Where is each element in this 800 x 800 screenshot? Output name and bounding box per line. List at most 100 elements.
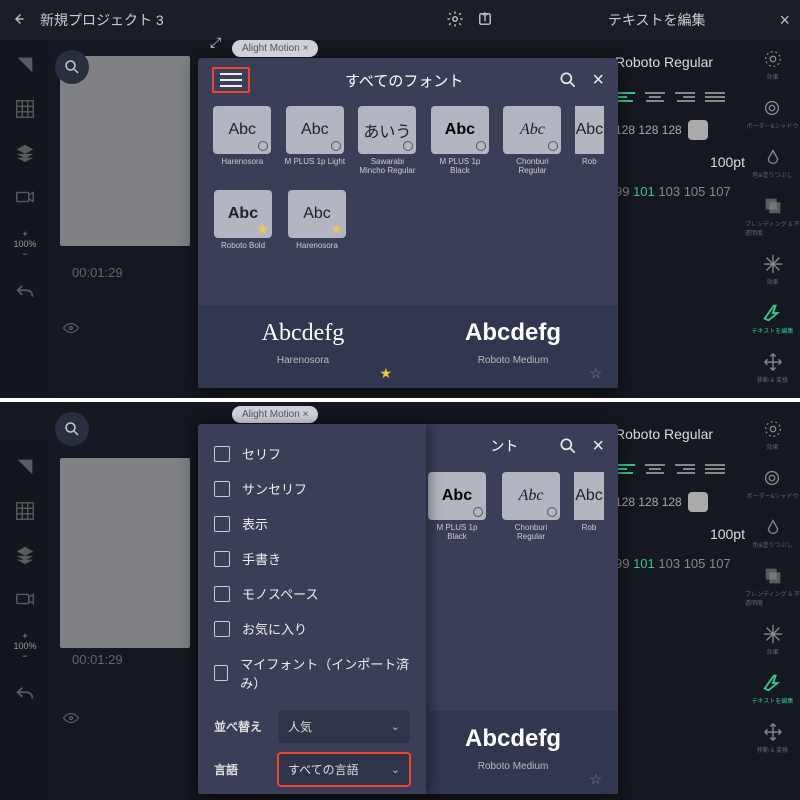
layers-tool-icon[interactable] — [14, 544, 36, 566]
gear-icon[interactable] — [446, 10, 464, 31]
fill-tool[interactable]: 色&塗りつぶし — [752, 146, 792, 179]
glyph-numbers[interactable]: 99 101 103 105 107 — [615, 556, 745, 571]
font-cell[interactable]: AbcRob — [574, 472, 604, 542]
left-toolbar: + 100% − — [0, 40, 50, 398]
share-icon[interactable] — [476, 10, 494, 31]
font-cell[interactable]: AbcHarenosora — [212, 106, 273, 176]
color-row[interactable]: 128 128 128 — [615, 120, 745, 140]
font-size[interactable]: 100pt — [615, 526, 745, 542]
font-cell[interactable]: Abc★Harenosora — [286, 190, 348, 260]
shape-tool-icon[interactable] — [14, 54, 36, 76]
zoom-indicator[interactable]: + 100% − — [13, 230, 36, 260]
visibility-strip[interactable] — [62, 322, 80, 334]
align-justify-icon[interactable] — [705, 88, 725, 106]
shape-tool-icon[interactable] — [14, 456, 36, 478]
chevron-down-icon: ⌄ — [391, 720, 400, 733]
fill-tool[interactable]: 色&塗りつぶし — [752, 516, 792, 549]
color-swatch-icon[interactable] — [688, 120, 708, 140]
align-right-icon[interactable] — [675, 88, 695, 106]
layers-tool-icon[interactable] — [14, 142, 36, 164]
align-row — [615, 88, 745, 106]
preview-item[interactable]: Abcdefg Roboto Medium ☆ — [408, 711, 618, 794]
font-cell[interactable]: AbcM PLUS 1p Black — [430, 106, 491, 176]
border-shadow-tool[interactable]: ボーダー&シャドウ — [746, 467, 798, 500]
drawer-toggle-button[interactable] — [212, 67, 250, 93]
font-cell[interactable]: AbcChonburi Regular — [500, 472, 562, 542]
sparkle-tool[interactable]: 効果 — [762, 623, 784, 656]
magnifier-icon[interactable] — [55, 50, 89, 84]
close-icon[interactable]: × — [779, 10, 790, 31]
app-topbar: 新規プロジェクト 3 テキストを編集 × — [0, 0, 800, 40]
language-row: 言語 すべての言語⌄ — [214, 753, 410, 786]
filter-display[interactable]: 表示 — [214, 506, 410, 541]
project-title: 新規プロジェクト 3 — [40, 10, 164, 30]
grid-tool-icon[interactable] — [14, 98, 36, 120]
text-props-panel: Roboto Regular 128 128 128 100pt 99 101 … — [615, 40, 745, 199]
font-cell[interactable]: AbcM PLUS 1p Black — [426, 472, 488, 542]
layer-tag[interactable]: Alight Motion × — [232, 406, 318, 423]
hamburger-icon — [220, 73, 242, 87]
blend-tool[interactable]: ブレンディング & 不透明度 — [745, 195, 800, 237]
align-justify-icon[interactable] — [705, 460, 725, 478]
font-size[interactable]: 100pt — [615, 154, 745, 170]
camera-tool-icon[interactable] — [14, 186, 36, 208]
star-outline-icon[interactable]: ☆ — [589, 771, 602, 788]
align-left-icon[interactable] — [615, 88, 635, 106]
font-dialog: すべてのフォント × AbcHarenosora AbcM PLUS 1p Li… — [198, 58, 618, 388]
close-dialog-icon[interactable]: × — [592, 435, 604, 458]
star-outline-icon[interactable]: ☆ — [589, 365, 602, 382]
undo-icon[interactable] — [14, 684, 36, 706]
grid-tool-icon[interactable] — [14, 500, 36, 522]
transform-tool[interactable]: 移動 & 変換 — [757, 721, 788, 754]
magnifier-icon[interactable] — [55, 412, 89, 446]
font-cell[interactable]: AbcM PLUS 1p Light — [285, 106, 346, 176]
timecode: 00:01:29 — [72, 265, 123, 280]
sort-row: 並べ替え 人気⌄ — [214, 710, 410, 743]
preview-item[interactable]: Abcdefg Roboto Medium ☆ — [408, 305, 618, 388]
font-cell[interactable]: あいうSawarabi Mincho Regular — [357, 106, 418, 176]
search-icon[interactable] — [558, 436, 578, 456]
sort-select[interactable]: 人気⌄ — [278, 710, 410, 743]
camera-tool-icon[interactable] — [14, 588, 36, 610]
search-icon[interactable] — [558, 70, 578, 90]
language-select[interactable]: すべての言語⌄ — [278, 753, 410, 786]
blend-tool[interactable]: ブレンディング & 不透明度 — [745, 565, 800, 607]
color-row[interactable]: 128 128 128 — [615, 492, 745, 512]
glyph-numbers[interactable]: 99 101 103 105 107 — [615, 184, 745, 199]
align-right-icon[interactable] — [675, 460, 695, 478]
effects-tool[interactable]: 効果 — [762, 48, 784, 81]
font-name-label[interactable]: Roboto Regular — [615, 50, 745, 74]
dialog-title: すべてのフォント — [250, 70, 558, 91]
visibility-strip[interactable] — [62, 712, 80, 724]
filter-myfonts[interactable]: マイフォント（インポート済み） — [214, 646, 410, 700]
zoom-indicator[interactable]: + 100% − — [13, 632, 36, 662]
stage-preview — [60, 458, 190, 648]
font-name-label[interactable]: Roboto Regular — [615, 422, 745, 446]
font-cell[interactable]: AbcChonburi Regular — [502, 106, 563, 176]
effects-tool[interactable]: 効果 — [762, 418, 784, 451]
font-cell[interactable]: Abc★Roboto Bold — [212, 190, 274, 260]
filter-monospace[interactable]: モノスペース — [214, 576, 410, 611]
preview-item[interactable]: Abcdefg Harenosora ★ — [198, 305, 408, 388]
filter-sans[interactable]: サンセリフ — [214, 471, 410, 506]
filter-handwriting[interactable]: 手書き — [214, 541, 410, 576]
star-icon[interactable]: ★ — [379, 365, 392, 382]
font-filter-drawer: セリフ サンセリフ 表示 手書き モノスペース お気に入り マイフォント（インポ… — [198, 424, 426, 794]
back-icon[interactable] — [10, 10, 28, 31]
close-dialog-icon[interactable]: × — [592, 69, 604, 92]
text-edit-tool[interactable]: テキストを編集 — [752, 302, 794, 335]
filter-favorites[interactable]: お気に入り — [214, 611, 410, 646]
align-center-icon[interactable] — [645, 460, 665, 478]
filter-serif[interactable]: セリフ — [214, 436, 410, 471]
font-cell[interactable]: AbcRob — [575, 106, 604, 176]
transform-tool[interactable]: 移動 & 変換 — [757, 351, 788, 384]
text-edit-tool[interactable]: テキストを編集 — [752, 672, 794, 705]
undo-icon[interactable] — [14, 282, 36, 304]
border-shadow-tool[interactable]: ボーダー&シャドウ — [746, 97, 798, 130]
layer-tag[interactable]: Alight Motion × — [232, 40, 318, 57]
sparkle-tool[interactable]: 効果 — [762, 253, 784, 286]
expand-icon[interactable]: ⤢ — [210, 34, 221, 51]
color-swatch-icon[interactable] — [688, 492, 708, 512]
align-center-icon[interactable] — [645, 88, 665, 106]
align-left-icon[interactable] — [615, 460, 635, 478]
